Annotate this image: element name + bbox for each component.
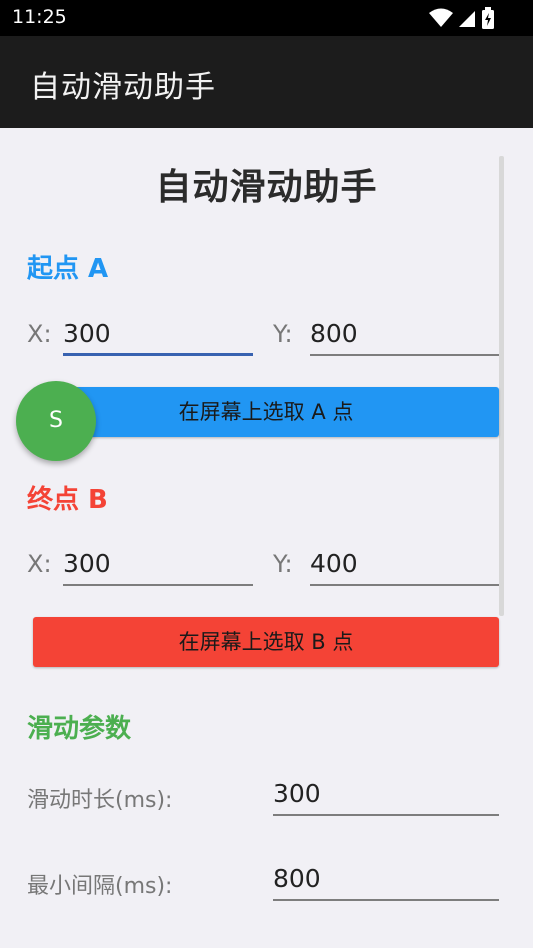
swipe-params-heading: 滑动参数 <box>27 714 132 744</box>
end-y-label: Y: <box>273 550 293 578</box>
app-bar-title: 自动滑动助手 <box>30 70 216 105</box>
wifi-icon <box>429 8 453 27</box>
scrollbar[interactable] <box>499 156 504 616</box>
start-x-label: X: <box>27 320 52 348</box>
pick-point-a-button[interactable]: 在屏幕上选取 A 点 <box>33 387 499 437</box>
interval-field[interactable]: 800 <box>273 861 499 901</box>
page-title: 自动滑动助手 <box>155 167 378 208</box>
interval-label: 最小间隔(ms): <box>27 874 173 899</box>
status-bar: 11:25 <box>0 0 533 36</box>
signal-icon <box>459 11 475 27</box>
duration-field[interactable]: 300 <box>273 776 499 816</box>
duration-label: 滑动时长(ms): <box>27 788 173 813</box>
status-time: 11:25 <box>12 6 67 28</box>
end-point-heading: 终点 B <box>27 485 108 515</box>
end-y-field[interactable]: 400 <box>310 546 499 586</box>
end-x-label: X: <box>27 550 52 578</box>
end-x-field[interactable]: 300 <box>63 546 253 586</box>
floating-action-button[interactable]: S <box>16 381 96 461</box>
status-icons <box>429 7 495 29</box>
pick-point-b-button[interactable]: 在屏幕上选取 B 点 <box>33 617 499 667</box>
start-y-label: Y: <box>273 320 293 348</box>
start-y-field[interactable]: 800 <box>310 316 499 356</box>
main-content[interactable]: 自动滑动助手 起点 A X: 300 Y: 800 在屏幕上选取 A 点 S 终… <box>0 128 533 948</box>
app-bar: 自动滑动助手 <box>0 36 533 128</box>
start-x-field[interactable]: 300 <box>63 316 253 356</box>
start-point-heading: 起点 A <box>27 254 109 284</box>
battery-icon <box>482 7 494 29</box>
